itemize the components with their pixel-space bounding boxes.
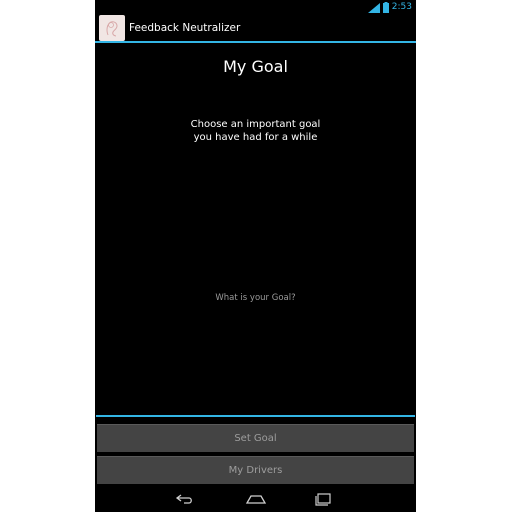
instruction-text: Choose an important goal you have had fo… — [95, 118, 416, 144]
status-indicators: 2:53 — [367, 1, 412, 13]
goal-input-underline — [96, 415, 415, 417]
app-logo-icon[interactable] — [99, 15, 125, 41]
page-title: My Goal — [223, 57, 288, 76]
set-goal-button[interactable]: Set Goal — [97, 424, 414, 452]
home-icon[interactable] — [245, 491, 267, 505]
navigation-bar — [95, 486, 416, 512]
app-title: Feedback Neutralizer — [129, 22, 241, 34]
my-drivers-button[interactable]: My Drivers — [97, 456, 414, 484]
device-screen: 2:53 Feedback Neutralizer My Goal Choose… — [95, 0, 416, 512]
status-bar: 2:53 — [95, 0, 416, 14]
recent-apps-icon[interactable] — [313, 491, 333, 506]
action-bar: Feedback Neutralizer — [95, 14, 416, 43]
main-content: My Goal Choose an important goal you hav… — [95, 43, 416, 420]
goal-input-placeholder: What is your Goal? — [215, 293, 296, 303]
back-icon[interactable] — [175, 491, 195, 505]
status-time: 2:53 — [391, 2, 412, 12]
instruction-line-2: you have had for a while — [193, 132, 318, 143]
instruction-line-1: Choose an important goal — [190, 119, 321, 130]
goal-input[interactable]: What is your Goal? — [95, 285, 416, 417]
